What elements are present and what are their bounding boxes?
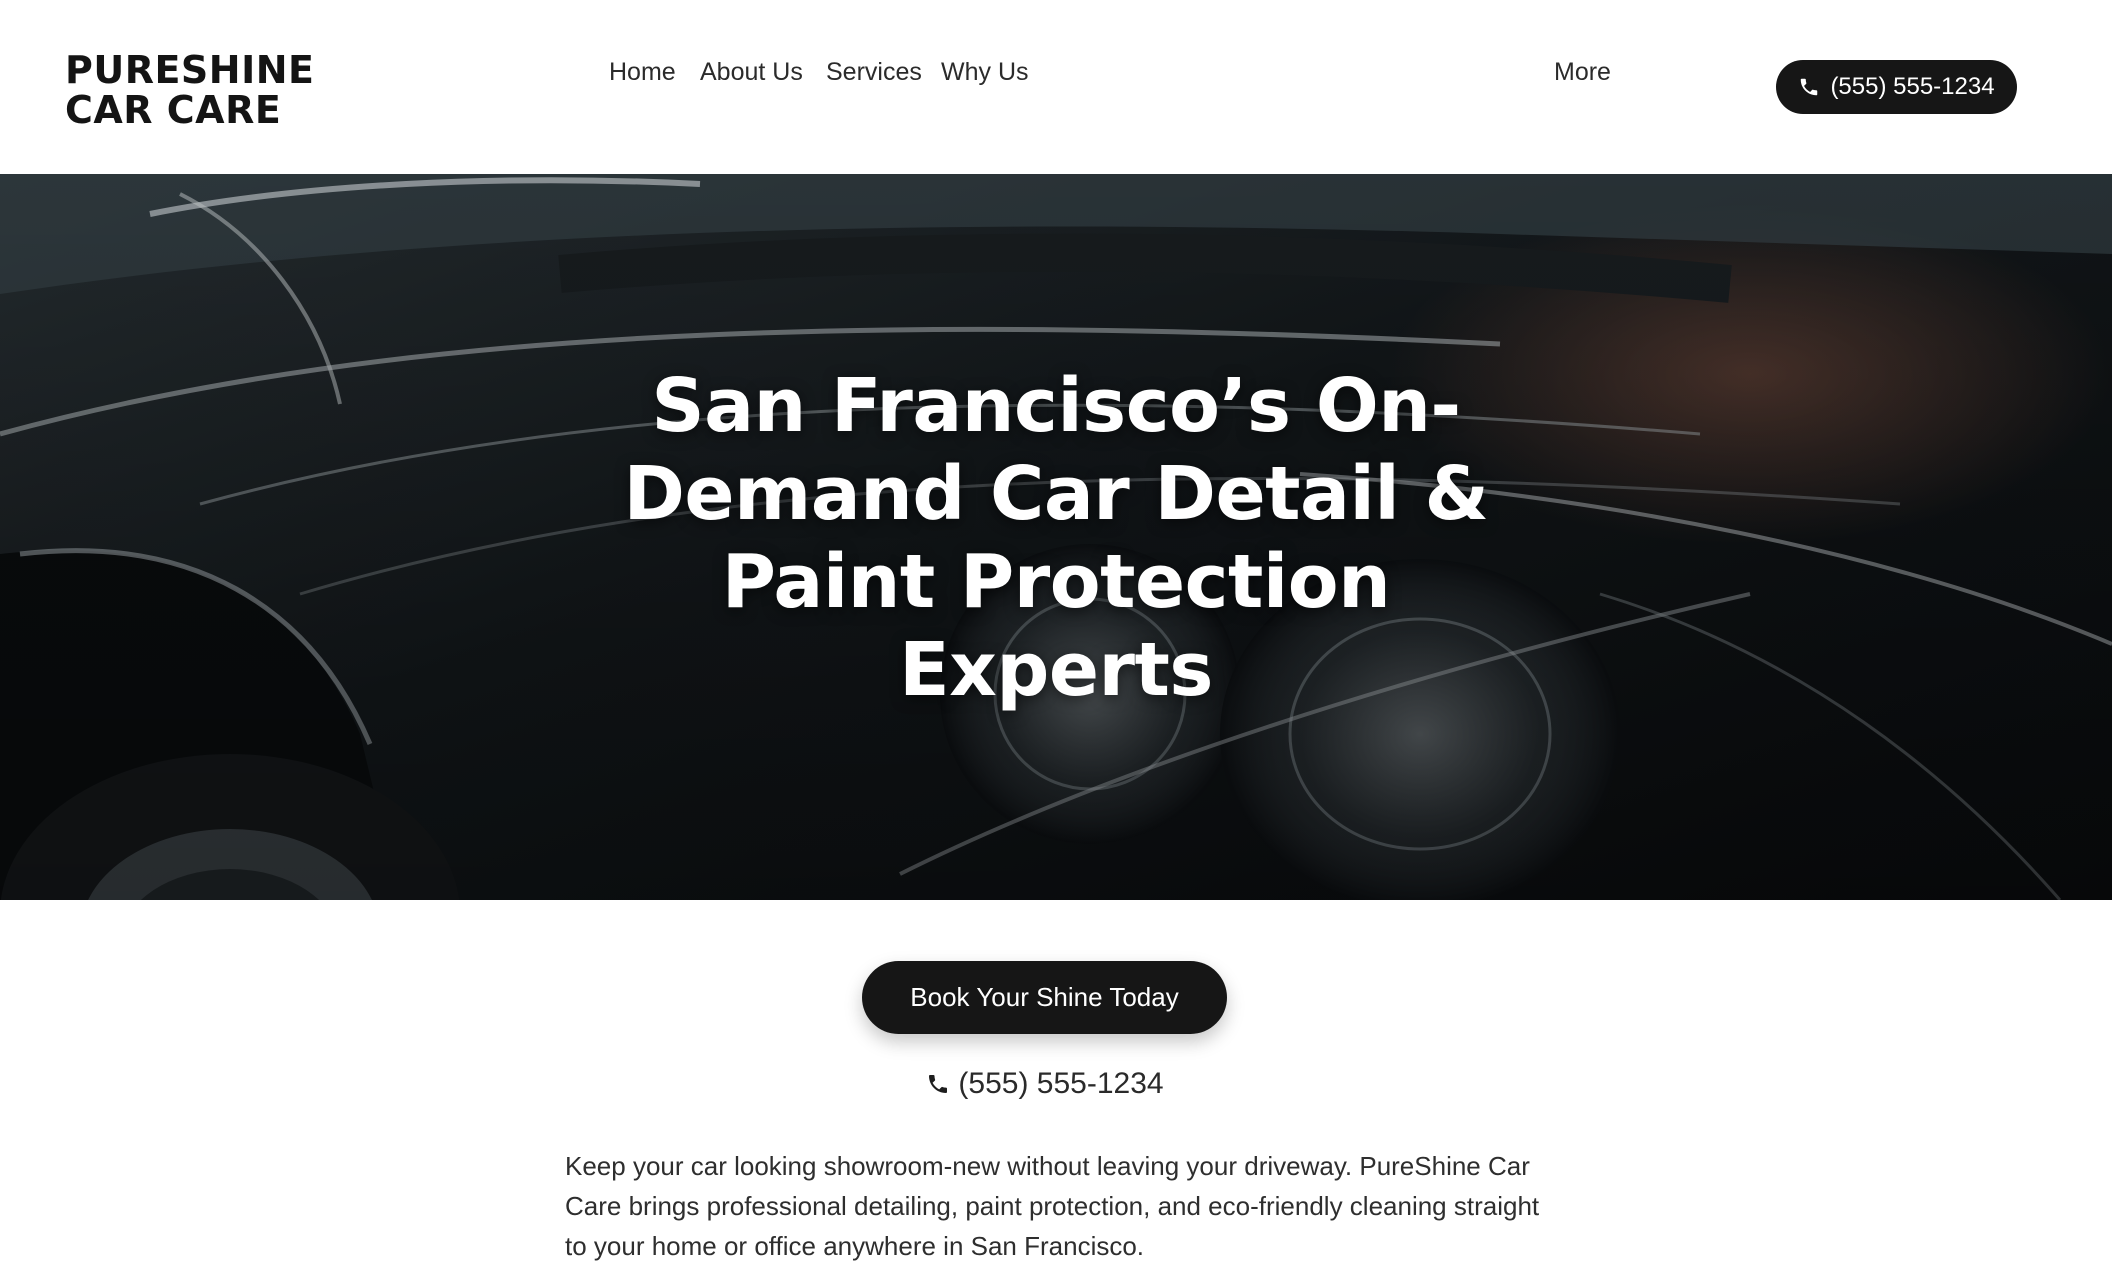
logo-line-2: CAR CARE	[65, 88, 282, 132]
hero-section: San Francisco’s On-Demand Car Detail & P…	[0, 174, 2112, 900]
nav-link-services[interactable]: Services	[826, 58, 922, 87]
nav-link-about-us[interactable]: About Us	[700, 58, 803, 87]
book-shine-button[interactable]: Book Your Shine Today	[862, 961, 1227, 1034]
nav-link-home[interactable]: Home	[609, 58, 676, 87]
phone-icon	[1801, 78, 1818, 96]
nav-link-why-us[interactable]: Why Us	[941, 58, 1029, 87]
intro-paragraph: Keep your car looking showroom-new witho…	[565, 1151, 1540, 1261]
logo-line-1: PURESHINE	[65, 48, 315, 92]
site-header: PURESHINE CAR CARE Home About Us Service…	[0, 0, 2112, 174]
header-phone-number: (555) 555-1234	[1830, 73, 1995, 100]
nav-link-more[interactable]: More	[1554, 58, 1611, 87]
header-phone-button[interactable]: (555) 555-1234	[1776, 60, 2017, 114]
hero-title: San Francisco’s On-Demand Car Detail & P…	[623, 363, 1489, 713]
content-phone-link[interactable]: (555) 555-1234	[920, 1064, 1170, 1104]
phone-icon	[929, 1075, 948, 1093]
site-logo[interactable]: PURESHINE CAR CARE	[65, 50, 315, 130]
content-phone-number: (555) 555-1234	[958, 1067, 1164, 1100]
